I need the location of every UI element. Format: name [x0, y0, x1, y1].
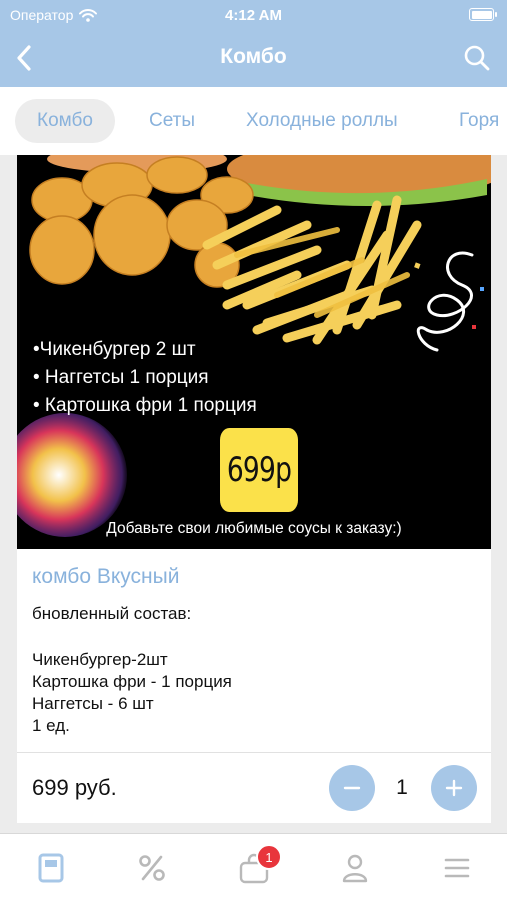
product-card[interactable]: •Чикенбургер 2 шт • Наггетсы 1 порция • … [17, 155, 491, 823]
promo-line-nuggets: • Наггетсы 1 порция [33, 367, 209, 388]
percent-icon [139, 855, 165, 881]
promo-line-fries: • Картошка фри 1 порция [33, 395, 257, 416]
desc-line-6: 1 ед. [32, 716, 70, 735]
status-bar: Оператор 4:12 AM [0, 0, 507, 30]
cart-badge: 1 [256, 844, 282, 870]
divider [17, 752, 491, 753]
search-button[interactable] [461, 42, 493, 74]
nav-bar: Комбо [0, 30, 507, 87]
tab-promotions[interactable] [132, 848, 172, 888]
quantity-value: 1 [396, 776, 408, 799]
search-icon [464, 45, 490, 71]
hamburger-icon [444, 858, 470, 878]
category-tabs: Комбо Сеты Холодные роллы Горя [0, 87, 507, 155]
product-name[interactable]: комбо Вкусный [32, 565, 179, 589]
desc-line-4: Картошка фри - 1 порция [32, 672, 232, 691]
tab-hot[interactable]: Горя [459, 99, 499, 143]
battery-icon [469, 8, 497, 21]
status-time: 4:12 AM [225, 7, 282, 24]
promo-image: •Чикенбургер 2 шт • Наггетсы 1 порция • … [17, 155, 491, 549]
tab-cold-rolls[interactable]: Холодные роллы [246, 99, 398, 143]
promo-price-badge: 699р [220, 428, 298, 512]
tab-combo[interactable]: Комбо [15, 99, 115, 143]
promo-note: Добавьте свои любимые соусы к заказу:) [106, 520, 402, 537]
increase-quantity-button[interactable] [431, 765, 477, 811]
page-title: Комбо [220, 45, 287, 68]
bottom-tab-bar: 1 [0, 833, 507, 900]
desc-line-5: Наггетсы - 6 шт [32, 694, 154, 713]
desc-line-1: бновленный состав: [32, 604, 192, 623]
menu-icon [38, 853, 64, 883]
tab-profile[interactable] [335, 848, 375, 888]
tab-sets[interactable]: Сеты [149, 99, 195, 143]
minus-icon [343, 786, 361, 790]
decrease-quantity-button[interactable] [329, 765, 375, 811]
product-price: 699 руб. [32, 775, 117, 800]
promo-line-burger: •Чикенбургер 2 шт [33, 339, 196, 360]
profile-icon [342, 854, 368, 883]
tab-more[interactable] [437, 848, 477, 888]
header: Оператор 4:12 AM Комбо [0, 0, 507, 87]
desc-line-3: Чикенбургер-2шт [32, 650, 168, 669]
plus-icon [445, 779, 463, 797]
tab-menu[interactable] [31, 848, 71, 888]
